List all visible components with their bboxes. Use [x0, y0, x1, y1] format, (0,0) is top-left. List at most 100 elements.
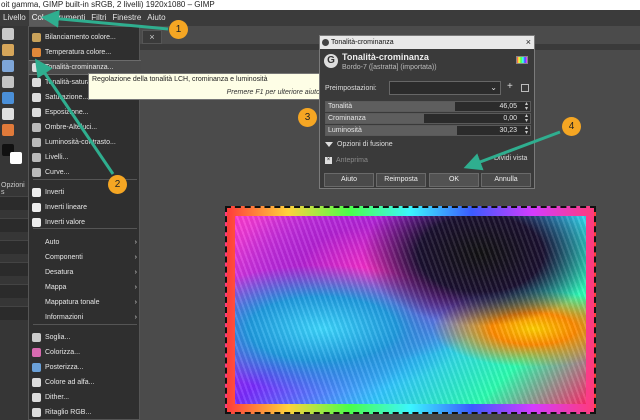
menu-item-13[interactable]: Auto › [29, 235, 141, 250]
menu-filtri[interactable]: Filtri [88, 10, 109, 26]
left-toolbox-panel: Opzioni s [0, 26, 30, 420]
curves-icon [32, 168, 41, 177]
help-button[interactable]: Aiuto [324, 173, 374, 187]
blank-icon [32, 283, 41, 292]
preview-label: Anteprima [336, 157, 368, 164]
menu-colori[interactable]: Colori [28, 10, 56, 26]
window-title: oit gamma, GIMP built-in sRGB, 2 livelli… [1, 0, 215, 9]
menu-item-label: Livelli... [45, 154, 69, 161]
tool-options-label: Opzioni s [1, 182, 25, 196]
menu-item-6[interactable]: Ombre-Alteluci... [29, 120, 141, 135]
preview-checkbox[interactable]: × Anteprima [325, 157, 368, 164]
gradient-tool-icon[interactable] [2, 124, 14, 136]
preset-menu-icon[interactable] [521, 84, 529, 92]
menu-item-label: Inverti [45, 189, 65, 196]
menubar: Livello Colori rumenti Filtri Finestre Aiuto [0, 10, 640, 26]
menu-livello[interactable]: Livello [0, 10, 29, 26]
menu-item-0[interactable]: Bilanciamento colore... [29, 30, 141, 45]
menu-item-20[interactable]: Colorizza... [29, 345, 141, 360]
path-tool-icon[interactable] [2, 92, 14, 104]
levels-icon [32, 153, 41, 162]
chevron-right-icon: › [134, 284, 137, 291]
slider-value[interactable]: 46,05 [499, 103, 517, 110]
menu-item-8[interactable]: Livelli... [29, 150, 141, 165]
presets-dropdown[interactable]: ⌄ [389, 81, 501, 95]
menu-rumenti[interactable]: rumenti [56, 10, 89, 26]
spin-arrows-icon[interactable]: ▴ ▾ [525, 102, 528, 111]
paintbrush-tool-icon[interactable] [2, 28, 14, 40]
split-view-label[interactable]: Dividi vista [494, 155, 527, 162]
menu-item-label: Mappa [45, 284, 67, 291]
menu-finestre[interactable]: Finestre [109, 10, 144, 26]
menu-aiuto[interactable]: Aiuto [144, 10, 168, 26]
menu-item-1[interactable]: Temperatura colore... [29, 45, 141, 60]
text-tool-icon[interactable] [2, 108, 14, 120]
menu-item-label: Bilanciamento colore... [45, 34, 116, 41]
menu-item-label: Colorizza... [45, 349, 81, 356]
cancel-button[interactable]: Annulla [481, 173, 531, 187]
add-preset-button[interactable]: + [507, 81, 513, 92]
tooltip-text: Regolazione della tonalità LCH, crominan… [92, 76, 268, 83]
menu-item-label: Mappatura tonale [45, 299, 100, 306]
chevron-right-icon: › [134, 314, 137, 321]
slider-lightness[interactable]: Luminosità 30,23 ▴ ▾ [325, 125, 531, 136]
menu-item-24[interactable]: Ritaglio RGB... [29, 405, 141, 420]
dialog-titlebar[interactable]: Tonalità-crominanza × [320, 36, 534, 49]
menu-item-22[interactable]: Colore ad alfa... [29, 375, 141, 390]
invert-icon [32, 203, 41, 212]
tool-option-field[interactable] [0, 262, 30, 276]
menu-item-16[interactable]: Mappa › [29, 280, 141, 295]
menu-item-14[interactable]: Componenti › [29, 250, 141, 265]
tool-option-field[interactable] [0, 306, 30, 320]
blend-options-label: Opzioni di fusione [337, 141, 393, 148]
tool-option-field[interactable] [0, 196, 30, 210]
step-badge-1: 1 [169, 20, 188, 39]
rgb-clip-icon [32, 408, 41, 417]
menu-item-21[interactable]: Posterizza... [29, 360, 141, 375]
menu-item-23[interactable]: Dither... [29, 390, 141, 405]
invert-icon [32, 188, 41, 197]
slider-value[interactable]: 30,23 [499, 127, 517, 134]
menu-item-label: Colore ad alfa... [45, 379, 95, 386]
gegl-logo-icon: G [324, 54, 338, 68]
slider-value[interactable]: 0,00 [503, 115, 517, 122]
dialog-subheading: Bordo-7 ([astratta] (importata)) [342, 64, 437, 71]
posterize-icon [32, 363, 41, 372]
slider-chroma[interactable]: Crominanza 0,00 ▴ ▾ [325, 113, 531, 124]
menu-item-label: Curve... [45, 169, 70, 176]
menu-item-label: Ritaglio RGB... [45, 409, 92, 416]
image-canvas[interactable] [225, 206, 596, 414]
menu-item-7[interactable]: Luminosità-contrasto... [29, 135, 141, 150]
menu-item-19[interactable]: Soglia... [29, 330, 141, 345]
menu-item-5[interactable]: Esposizione... [29, 105, 141, 120]
hue-chroma-dialog: Tonalità-crominanza × G Tonalità-cromina… [319, 35, 535, 189]
step-badge-3: 3 [298, 108, 317, 127]
reset-button[interactable]: Reimposta [376, 173, 426, 187]
step-badge-2: 2 [108, 175, 127, 194]
menu-item-18[interactable]: Informazioni › [29, 310, 141, 325]
chevron-down-icon: ⌄ [490, 83, 497, 92]
dodge-tool-icon[interactable] [2, 76, 14, 88]
spin-arrows-icon[interactable]: ▴ ▾ [525, 126, 528, 135]
clone-tool-icon[interactable] [2, 44, 14, 56]
canvas-tab-close[interactable]: × [142, 30, 162, 44]
menu-item-11[interactable]: Inverti lineare [29, 200, 141, 215]
tool-option-field[interactable] [0, 218, 30, 232]
chevron-right-icon: › [134, 239, 137, 246]
ok-button[interactable]: OK [429, 173, 479, 187]
menu-separator [33, 324, 137, 325]
menu-item-15[interactable]: Desatura › [29, 265, 141, 280]
tool-option-field[interactable] [0, 240, 30, 254]
color-to-alpha-icon [32, 378, 41, 387]
menu-item-17[interactable]: Mappatura tonale › [29, 295, 141, 310]
slider-label: Tonalità [328, 103, 353, 110]
gimp-gegl-icon [32, 393, 41, 402]
bg-color-swatch-icon[interactable] [10, 152, 22, 164]
tool-option-field[interactable] [0, 284, 30, 298]
blend-options-expander[interactable]: Opzioni di fusione [325, 141, 393, 148]
layer-preview-icon [516, 56, 528, 64]
smudge-tool-icon[interactable] [2, 60, 14, 72]
slider-hue[interactable]: Tonalità 46,05 ▴ ▾ [325, 101, 531, 112]
close-icon[interactable]: × [526, 36, 531, 49]
spin-arrows-icon[interactable]: ▴ ▾ [525, 114, 528, 123]
